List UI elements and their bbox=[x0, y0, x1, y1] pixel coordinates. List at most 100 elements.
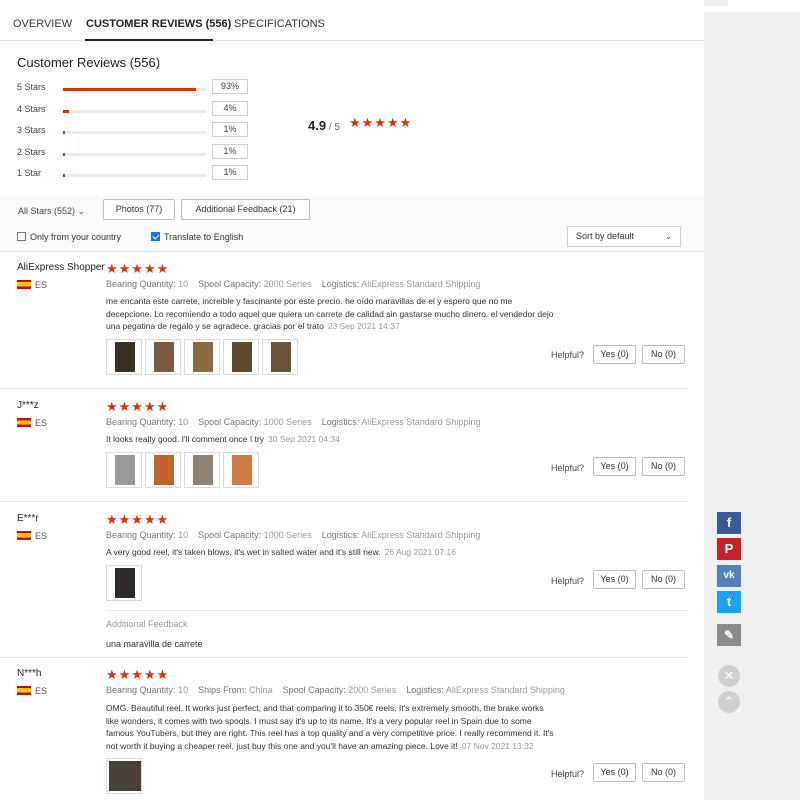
spain-flag-icon bbox=[17, 531, 31, 540]
review-photo[interactable] bbox=[223, 339, 259, 375]
photo-image bbox=[154, 455, 174, 485]
rating-percent: 1% bbox=[212, 144, 248, 159]
rating-bar-fill bbox=[63, 110, 69, 113]
review-stars-icon: ★★★★★ bbox=[106, 399, 170, 414]
review-photo[interactable] bbox=[184, 339, 220, 375]
tab-customer-reviews[interactable]: CUSTOMER REVIEWS (556) bbox=[86, 18, 231, 30]
photo-image bbox=[232, 342, 252, 372]
attr-value: 1000 Series bbox=[263, 417, 312, 427]
no-button[interactable]: No (0) bbox=[642, 345, 685, 364]
attr-key: Logistics: bbox=[321, 279, 360, 289]
rating-bar-fill bbox=[63, 174, 66, 177]
chevron-down-icon: ⌄ bbox=[77, 206, 86, 216]
no-button[interactable]: No (0) bbox=[642, 570, 685, 589]
yes-button[interactable]: Yes (0) bbox=[593, 457, 636, 476]
review-photo[interactable] bbox=[145, 339, 181, 375]
reviewer-name: E***r bbox=[17, 513, 39, 524]
review-text-line: OMG. Beautiful reel. It works just perfe… bbox=[106, 703, 544, 713]
average-denominator: / 5 bbox=[326, 122, 340, 133]
facebook-share-icon[interactable]: f bbox=[717, 512, 741, 534]
vk-share-icon[interactable]: vk bbox=[717, 565, 741, 587]
review-stars-icon: ★★★★★ bbox=[106, 261, 170, 276]
attr-key: Logistics: bbox=[321, 417, 360, 427]
attr-key: Bearing Quantity: bbox=[106, 685, 176, 695]
spain-flag-icon bbox=[17, 418, 31, 427]
tab-overview[interactable]: OVERVIEW bbox=[13, 18, 72, 30]
attr-key: Spool Capacity: bbox=[198, 279, 262, 289]
review-text: It looks really good. I'll comment once … bbox=[106, 433, 626, 446]
sort-select[interactable]: Sort by default ⌄ bbox=[567, 226, 681, 247]
review-filter-bar: All Stars (552) ⌄ Photos (77) Additional… bbox=[0, 196, 704, 252]
review-divider bbox=[0, 657, 688, 658]
rating-row-1[interactable]: 1 Star 1% bbox=[17, 165, 257, 182]
only-country-checkbox[interactable]: Only from your country bbox=[17, 232, 121, 242]
all-stars-dropdown[interactable]: All Stars (552) ⌄ bbox=[18, 206, 85, 217]
attr-key: Spool Capacity: bbox=[198, 530, 262, 540]
review-photo[interactable] bbox=[106, 758, 142, 794]
review-photo[interactable] bbox=[145, 452, 181, 488]
rating-bar-fill bbox=[63, 131, 66, 134]
pinterest-share-icon[interactable]: P bbox=[717, 538, 741, 560]
tab-specifications[interactable]: SPECIFICATIONS bbox=[234, 18, 325, 30]
close-icon[interactable]: ✕ bbox=[718, 665, 740, 687]
rating-row-3[interactable]: 3 Stars 1% bbox=[17, 122, 257, 139]
reviewer-country: ES bbox=[35, 418, 48, 428]
spain-flag-icon bbox=[17, 686, 31, 695]
attr-key: Spool Capacity: bbox=[282, 685, 346, 695]
attr-key: Bearing Quantity: bbox=[106, 530, 176, 540]
review-text-line: famous YouTubers, but they are right. Th… bbox=[106, 728, 554, 738]
yes-button[interactable]: Yes (0) bbox=[593, 345, 636, 364]
review-photo[interactable] bbox=[106, 339, 142, 375]
review-attributes: Bearing Quantity: 10 Ships From: China S… bbox=[106, 685, 565, 695]
attr-value: AliExpress Standard Shipping bbox=[445, 685, 565, 695]
reviewer-country: ES bbox=[35, 686, 48, 696]
rating-bar-fill bbox=[63, 88, 196, 91]
average-value: 4.9 bbox=[308, 118, 327, 133]
review-photo[interactable] bbox=[106, 565, 142, 601]
yes-button[interactable]: Yes (0) bbox=[593, 570, 636, 589]
photo-image bbox=[115, 455, 135, 485]
reviewer-name: J***z bbox=[17, 400, 39, 411]
rating-percent: 4% bbox=[212, 101, 248, 116]
review-photo[interactable] bbox=[262, 339, 298, 375]
additional-feedback-text: una maravilla de carrete bbox=[106, 639, 203, 649]
review-attributes: Bearing Quantity: 10 Spool Capacity: 100… bbox=[106, 530, 480, 540]
rating-row-4[interactable]: 4 Stars 4% bbox=[17, 101, 257, 118]
yes-button[interactable]: Yes (0) bbox=[593, 763, 636, 782]
attr-key: Logistics: bbox=[321, 530, 360, 540]
translate-checkbox[interactable]: Translate to English bbox=[151, 232, 243, 242]
review-attributes: Bearing Quantity: 10 Spool Capacity: 100… bbox=[106, 417, 480, 427]
review-photo[interactable] bbox=[184, 452, 220, 488]
rating-row-2[interactable]: 2 Stars 1% bbox=[17, 144, 257, 161]
twitter-share-icon[interactable]: t bbox=[717, 591, 741, 613]
attr-key: Ships From: bbox=[198, 685, 247, 695]
reviewer-country: ES bbox=[35, 280, 48, 290]
review-photo[interactable] bbox=[223, 452, 259, 488]
review-date: 26 Aug 2021 07:16 bbox=[384, 547, 457, 557]
no-button[interactable]: No (0) bbox=[642, 763, 685, 782]
review-date: 30 Sep 2021 04:34 bbox=[268, 434, 340, 444]
rating-bar bbox=[63, 153, 206, 156]
attr-value: AliExpress Standard Shipping bbox=[361, 279, 481, 289]
review-text: A very good reel, it's taken blows, it's… bbox=[106, 546, 626, 559]
rating-row-5[interactable]: 5 Stars 93% bbox=[17, 79, 257, 96]
review-divider bbox=[0, 501, 688, 502]
average-rating: 4.9 / 5 bbox=[308, 118, 340, 133]
review-photo[interactable] bbox=[106, 452, 142, 488]
edit-icon[interactable]: ✎ bbox=[717, 624, 741, 646]
photos-filter-button[interactable]: Photos (77) bbox=[103, 199, 175, 220]
attr-key: Logistics: bbox=[406, 685, 444, 695]
review-text-line: It looks really good. I'll comment once … bbox=[106, 434, 264, 444]
attr-value: 2000 Series bbox=[348, 685, 397, 695]
checkbox-icon bbox=[17, 232, 26, 241]
no-button[interactable]: No (0) bbox=[642, 457, 685, 476]
only-country-label: Only from your country bbox=[30, 232, 122, 242]
reviewer-name: AliExpress Shopper bbox=[17, 262, 105, 273]
review-text-line: not worth it buying a cheaper reel, just… bbox=[106, 740, 458, 751]
rating-label: 2 Stars bbox=[17, 147, 46, 157]
review-attributes: Bearing Quantity: 10 Spool Capacity: 200… bbox=[106, 279, 480, 289]
spain-flag-icon bbox=[17, 280, 31, 289]
helpful-label: Helpful? bbox=[551, 350, 585, 360]
scroll-up-icon[interactable]: ⌃ bbox=[718, 691, 740, 713]
additional-feedback-filter-button[interactable]: Additional Feedback (21) bbox=[181, 199, 310, 220]
